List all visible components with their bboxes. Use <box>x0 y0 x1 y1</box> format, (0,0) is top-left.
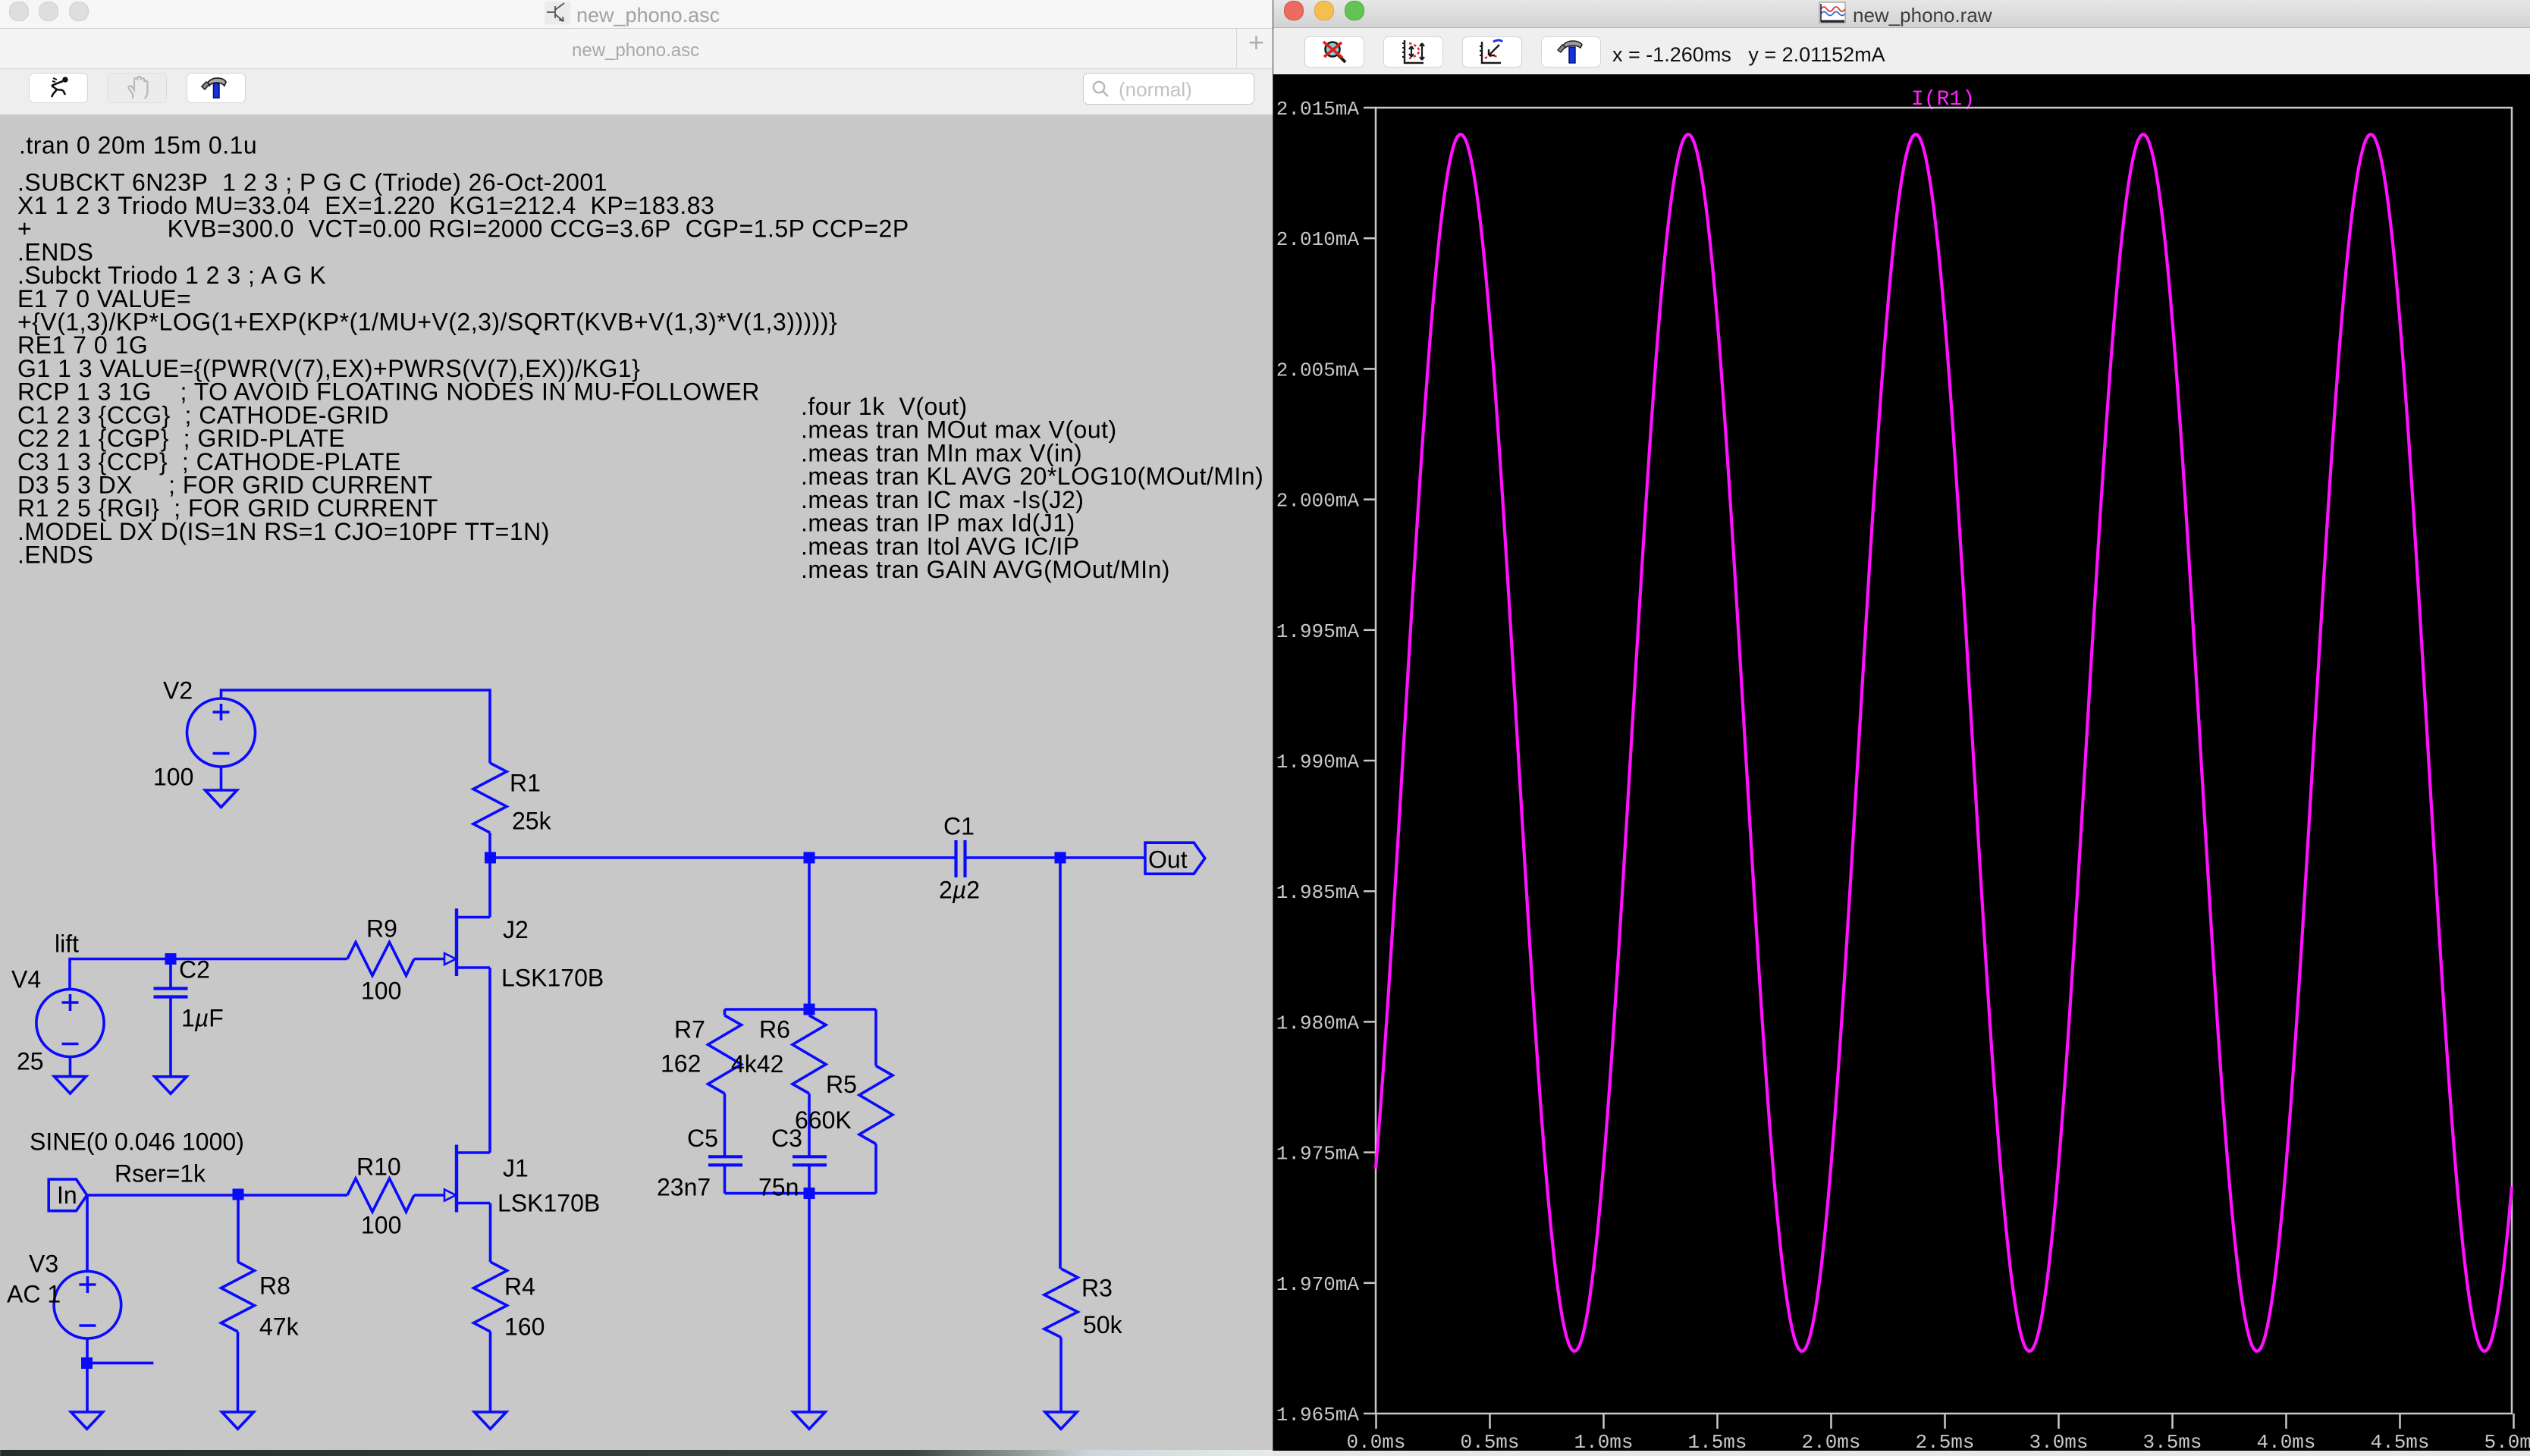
svg-text:2.015mA: 2.015mA <box>1276 98 1360 121</box>
svg-text:162: 162 <box>661 1050 701 1077</box>
svg-text:2.005mA: 2.005mA <box>1276 359 1360 381</box>
svg-text:5.0ms: 5.0ms <box>2484 1431 2530 1451</box>
svg-text:100: 100 <box>361 1211 401 1238</box>
svg-text:V2: V2 <box>163 676 193 704</box>
svg-text:4k42: 4k42 <box>731 1050 783 1078</box>
svg-text:.MODEL DX D(IS=1N RS=1 CJO=10P: .MODEL DX D(IS=1N RS=1 CJO=10PF TT=1N) <box>17 518 550 545</box>
svg-text:25: 25 <box>17 1047 44 1075</box>
svg-text:AC 1: AC 1 <box>7 1280 61 1307</box>
svg-text:1.980mA: 1.980mA <box>1276 1012 1360 1034</box>
svg-text:.ENDS: .ENDS <box>17 541 93 569</box>
svg-text:R1: R1 <box>510 770 541 797</box>
svg-text:25k: 25k <box>512 808 552 835</box>
svg-text:R8: R8 <box>259 1272 290 1299</box>
svg-text:V4: V4 <box>11 965 41 993</box>
svg-text:2.0ms: 2.0ms <box>1801 1431 1860 1451</box>
svg-text:1.5ms: 1.5ms <box>1687 1431 1747 1451</box>
svg-text:C3: C3 <box>771 1125 802 1152</box>
svg-text:LSK170B: LSK170B <box>501 964 604 991</box>
svg-text:3.0ms: 3.0ms <box>2029 1431 2088 1451</box>
svg-text:1.990mA: 1.990mA <box>1276 751 1360 774</box>
svg-text:2.000mA: 2.000mA <box>1276 490 1360 513</box>
svg-text:.tran 0 20m 15m 0.1u: .tran 0 20m 15m 0.1u <box>19 131 257 158</box>
svg-text:Rser=1k: Rser=1k <box>115 1159 206 1187</box>
svg-text:1.970mA: 1.970mA <box>1276 1273 1360 1296</box>
svg-text:In: In <box>57 1181 77 1209</box>
svg-text:100: 100 <box>361 977 401 1004</box>
svg-text:R4: R4 <box>504 1272 535 1300</box>
svg-text:V3: V3 <box>29 1250 58 1278</box>
svg-text:R6: R6 <box>759 1015 790 1043</box>
svg-text:1.985mA: 1.985mA <box>1276 881 1360 904</box>
svg-text:23n7: 23n7 <box>657 1173 711 1200</box>
svg-text:160: 160 <box>504 1313 545 1340</box>
svg-text:Out: Out <box>1148 846 1188 874</box>
svg-text:100: 100 <box>153 763 193 790</box>
svg-text:1.975mA: 1.975mA <box>1276 1143 1360 1166</box>
svg-text:2.5ms: 2.5ms <box>1915 1431 1974 1451</box>
svg-text:0.0ms: 0.0ms <box>1346 1431 1405 1451</box>
svg-text:R9: R9 <box>366 915 397 942</box>
svg-text:.meas tran GAIN AVG(MOut/MIn): .meas tran GAIN AVG(MOut/MIn) <box>801 556 1170 583</box>
svg-text:75n: 75n <box>758 1173 799 1200</box>
svg-text:660K: 660K <box>795 1106 852 1134</box>
svg-text:C1: C1 <box>943 812 975 839</box>
svg-text:SINE(0 0.046 1000): SINE(0 0.046 1000) <box>30 1128 244 1155</box>
svg-text:2.010mA: 2.010mA <box>1276 228 1360 251</box>
svg-text:1.995mA: 1.995mA <box>1276 620 1360 643</box>
svg-text:+ KVB=300.0: + KVB=300.0 VCT=0.00 RGI=2000 CCG=3.6P C… <box>17 215 909 243</box>
svg-text:J1: J1 <box>503 1154 529 1181</box>
svg-text:1.965mA: 1.965mA <box>1276 1404 1360 1426</box>
svg-text:1µF: 1µF <box>181 1004 224 1031</box>
svg-text:R3: R3 <box>1081 1274 1113 1301</box>
svg-text:4.5ms: 4.5ms <box>2370 1431 2429 1451</box>
svg-text:R10: R10 <box>356 1153 401 1180</box>
svg-text:R5: R5 <box>826 1071 857 1098</box>
svg-text:R7: R7 <box>674 1015 705 1043</box>
svg-text:lift: lift <box>55 930 79 957</box>
svg-text:C5: C5 <box>687 1125 718 1152</box>
svg-text:C2: C2 <box>179 956 210 983</box>
svg-text:J2: J2 <box>503 916 529 943</box>
svg-text:LSK170B: LSK170B <box>498 1189 600 1216</box>
svg-text:1.0ms: 1.0ms <box>1574 1431 1633 1451</box>
svg-text:0.5ms: 0.5ms <box>1460 1431 1519 1451</box>
svg-text:4.0ms: 4.0ms <box>2256 1431 2315 1451</box>
svg-text:2µ2: 2µ2 <box>939 876 980 903</box>
svg-text:3.5ms: 3.5ms <box>2142 1431 2202 1451</box>
svg-text:47k: 47k <box>259 1313 300 1340</box>
svg-text:50k: 50k <box>1083 1311 1123 1338</box>
